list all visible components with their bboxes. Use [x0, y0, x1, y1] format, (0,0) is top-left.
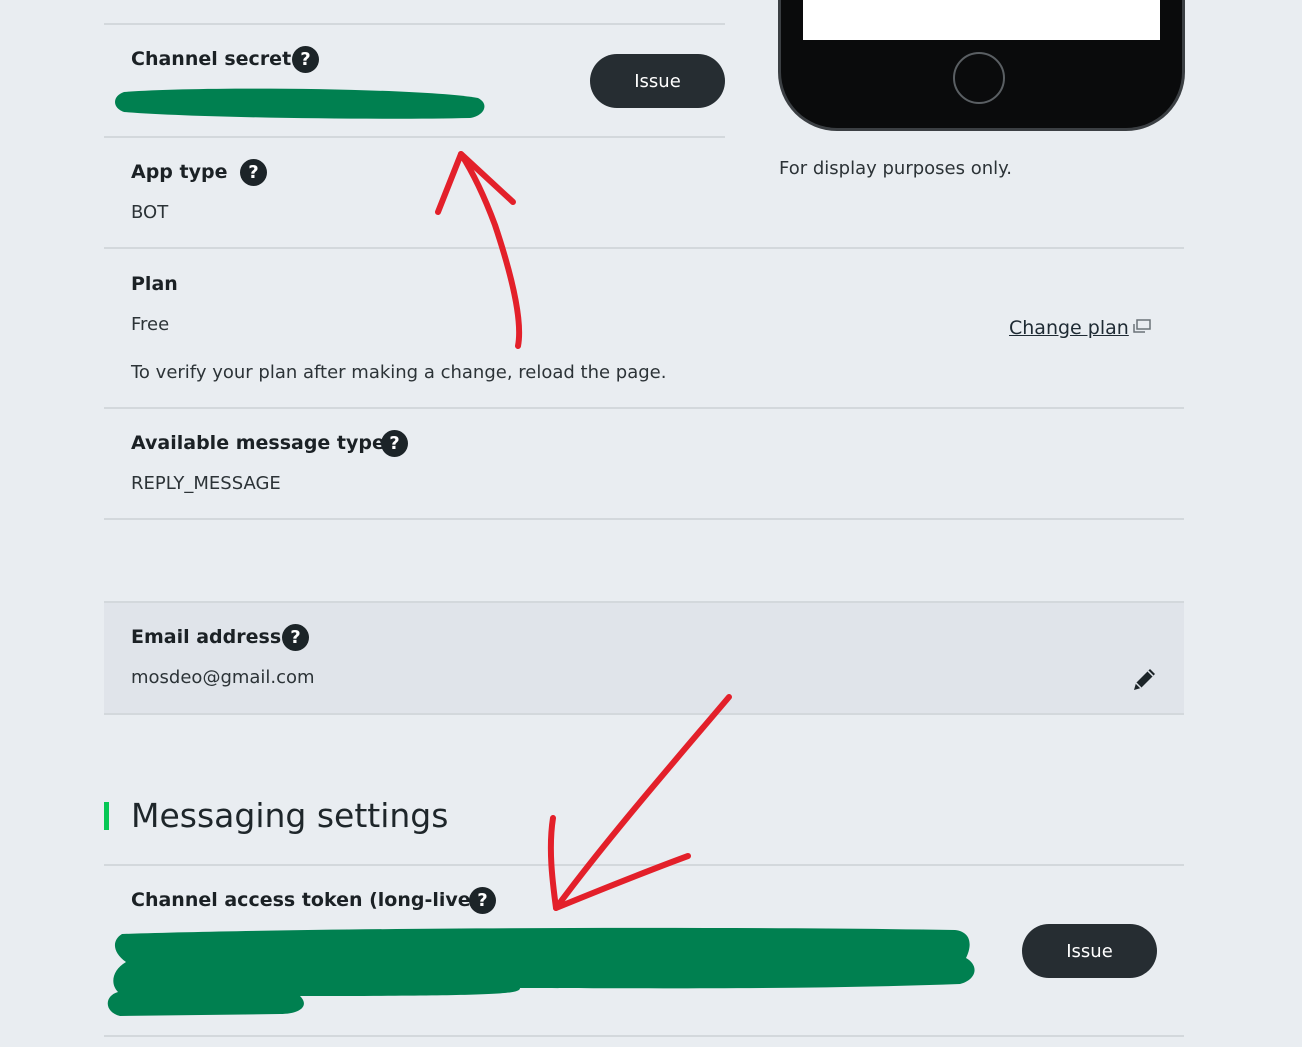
- annotation-arrow-up: [435, 151, 523, 349]
- annotation-overlay: [107, 88, 975, 1016]
- annotation-arrow-down: [547, 694, 732, 911]
- token-redaction: [107, 927, 975, 1016]
- secret-redaction: [115, 88, 485, 119]
